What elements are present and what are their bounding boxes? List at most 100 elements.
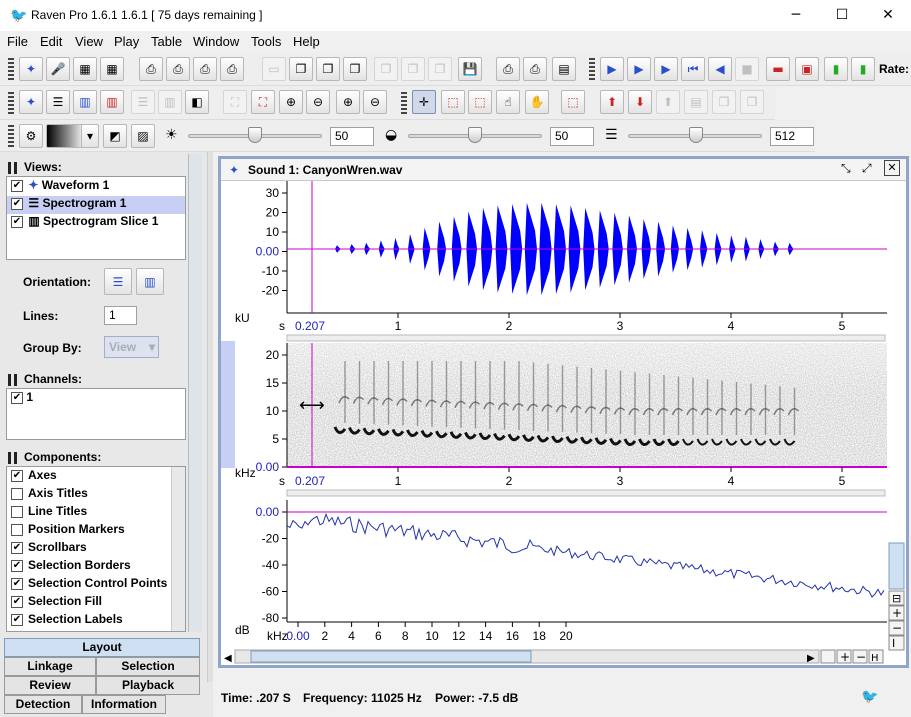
- brightness-input[interactable]: 50: [330, 127, 374, 146]
- disabled-a-button[interactable]: ⬆: [656, 90, 680, 114]
- disabled-view-button[interactable]: ☰: [131, 90, 155, 114]
- colormap-dropdown-chevron-down-icon[interactable]: ▾: [81, 124, 99, 148]
- components-item[interactable]: ✔ Selection Borders: [7, 558, 131, 576]
- zoom-in-button[interactable]: ⊕: [279, 90, 303, 114]
- save-button[interactable]: 💾: [458, 57, 482, 81]
- toolbar-grip[interactable]: [8, 92, 14, 114]
- tab-layout[interactable]: Layout: [4, 638, 200, 657]
- menu-window[interactable]: Window: [193, 34, 239, 49]
- components-item-checkbox[interactable]: ✔: [11, 613, 23, 626]
- new-sound-button[interactable]: ✦: [19, 57, 43, 81]
- play-reverse-button[interactable]: ⏮: [681, 57, 705, 81]
- stop-button[interactable]: ■: [735, 57, 759, 81]
- record-button[interactable]: 🎤: [46, 57, 70, 81]
- components-item[interactable]: ✔ Selection Control Points: [7, 576, 167, 594]
- toolbar-grip[interactable]: [401, 92, 407, 114]
- print-table-button[interactable]: ⎙: [496, 57, 520, 81]
- close-button[interactable]: ✕: [865, 0, 911, 31]
- components-item-checkbox[interactable]: ✔: [11, 595, 23, 608]
- minimize-button[interactable]: ─: [773, 0, 819, 31]
- horizontal-scroll-thumb[interactable]: [250, 650, 532, 663]
- contrast-input[interactable]: 50: [550, 127, 594, 146]
- play-visible-button[interactable]: ▬: [766, 57, 790, 81]
- components-item[interactable]: ✔ Selection Labels: [7, 612, 123, 630]
- tab-detection[interactable]: Detection: [4, 695, 82, 714]
- invert-colormap-button[interactable]: ◩: [103, 124, 127, 148]
- zoom-out-vertical-button[interactable]: ⊖: [363, 90, 387, 114]
- new-slice-button[interactable]: ▥: [73, 90, 97, 114]
- minimize-frame-icon[interactable]: ⤡: [841, 161, 851, 176]
- scroll-play-button[interactable]: ▮: [824, 57, 848, 81]
- views-item-checkbox[interactable]: ✔: [11, 215, 23, 228]
- menu-help[interactable]: Help: [293, 34, 320, 49]
- next-selection-button[interactable]: ⬇: [628, 90, 652, 114]
- toolbar-grip[interactable]: [589, 58, 595, 80]
- document-button[interactable]: ▤: [552, 57, 576, 81]
- channels-item-checkbox[interactable]: ✔: [11, 391, 23, 404]
- loop-button[interactable]: ▣: [795, 57, 819, 81]
- side-panel-scrollbar[interactable]: [188, 154, 202, 632]
- components-item[interactable]: ✔ Axes: [7, 468, 57, 486]
- views-item-slice[interactable]: ✔ ▥ Spectrogram Slice 1: [7, 214, 185, 232]
- components-item-checkbox[interactable]: [11, 505, 23, 518]
- play-button[interactable]: ▶: [600, 57, 624, 81]
- play-selection-button[interactable]: ▶: [627, 57, 651, 81]
- print-button[interactable]: ⎙: [139, 57, 163, 81]
- menu-edit[interactable]: Edit: [40, 34, 62, 49]
- zoom-in-vertical-button[interactable]: ⊕: [336, 90, 360, 114]
- size-input[interactable]: 512: [770, 127, 814, 146]
- lines-input[interactable]: 1: [104, 306, 137, 325]
- components-scrollbar[interactable]: [171, 467, 185, 631]
- views-canvas[interactable]: 3020100.00-10-20 kU s 0.207 12345 201510…: [221, 181, 906, 668]
- components-item-checkbox[interactable]: ✔: [11, 577, 23, 590]
- menu-file[interactable]: File: [7, 34, 28, 49]
- zoom-out-button[interactable]: ⊖: [306, 90, 330, 114]
- channels-item[interactable]: ✔ 1: [7, 390, 33, 408]
- print-view-button[interactable]: ⎙: [193, 57, 217, 81]
- zoom-to-selection-button[interactable]: ⛶: [251, 90, 275, 114]
- selection-box-button[interactable]: ⬚: [561, 90, 585, 114]
- components-item-checkbox[interactable]: [11, 523, 23, 536]
- print-all-button[interactable]: ⎙: [220, 57, 244, 81]
- disabled-b-button[interactable]: ▤: [684, 90, 708, 114]
- panel-splitter[interactable]: [207, 152, 213, 682]
- toolbar-grip[interactable]: [8, 125, 14, 147]
- copy-disabled-button[interactable]: ❐: [401, 57, 425, 81]
- spectrogram-view[interactable]: 20 15 10 5 0.00 kHz s 0.207 1 2 3 4 5 ⟷: [221, 341, 887, 497]
- tab-playback[interactable]: Playback: [96, 676, 200, 695]
- slice-view[interactable]: 0.00 -20 -40 -60 -80 dB kHz 0.00 2 4 6 8 10 12 14 16…: [235, 500, 887, 643]
- components-item[interactable]: Position Markers: [7, 522, 125, 540]
- components-item-checkbox[interactable]: ✔: [11, 559, 23, 572]
- maximize-button[interactable]: ☐: [819, 0, 865, 31]
- copy-button[interactable]: ❐: [289, 57, 313, 81]
- zoom-fit-horizontal-button[interactable]: [820, 649, 836, 664]
- components-item[interactable]: ✔ Scrollbars: [7, 540, 87, 558]
- disabled-c-button[interactable]: ❐: [712, 90, 736, 114]
- tab-review[interactable]: Review: [4, 676, 96, 695]
- brightness-slider-thumb[interactable]: [248, 127, 262, 143]
- size-slider-thumb[interactable]: [689, 127, 703, 143]
- open-grid-button[interactable]: ▦: [100, 57, 124, 81]
- cut-disabled-button[interactable]: ❐: [374, 57, 398, 81]
- toolbar-grip[interactable]: [8, 58, 14, 80]
- horizontal-scrollbar[interactable]: ◀ ▶ + − H: [224, 649, 884, 664]
- spectrogram-image-button[interactable]: ▨: [131, 124, 155, 148]
- menu-table[interactable]: Table: [151, 34, 182, 49]
- open-table-button[interactable]: ▦: [73, 57, 97, 81]
- group-by-select[interactable]: View ▾: [104, 336, 159, 358]
- components-item-checkbox[interactable]: ✔: [11, 469, 23, 482]
- views-item-waveform[interactable]: ✔ ✦ Waveform 1: [7, 178, 185, 196]
- tab-linkage[interactable]: Linkage: [4, 657, 96, 676]
- components-item-checkbox[interactable]: ✔: [11, 541, 23, 554]
- gradient-button[interactable]: ◧: [185, 90, 209, 114]
- maximize-frame-icon[interactable]: ⤢: [862, 161, 872, 176]
- views-item-spectrogram[interactable]: ✔ ☰ Spectrogram 1: [7, 196, 185, 214]
- components-item-checkbox[interactable]: [11, 487, 23, 500]
- menu-play[interactable]: Play: [114, 34, 139, 49]
- orientation-vertical-button[interactable]: ▥: [136, 268, 164, 295]
- waveform-scrollbar[interactable]: [286, 334, 886, 342]
- contrast-slider-thumb[interactable]: [468, 127, 482, 143]
- crosshair-tool-button[interactable]: ✛: [412, 90, 436, 114]
- menu-tools[interactable]: Tools: [251, 34, 281, 49]
- grab-tool-button[interactable]: ✋: [525, 90, 549, 114]
